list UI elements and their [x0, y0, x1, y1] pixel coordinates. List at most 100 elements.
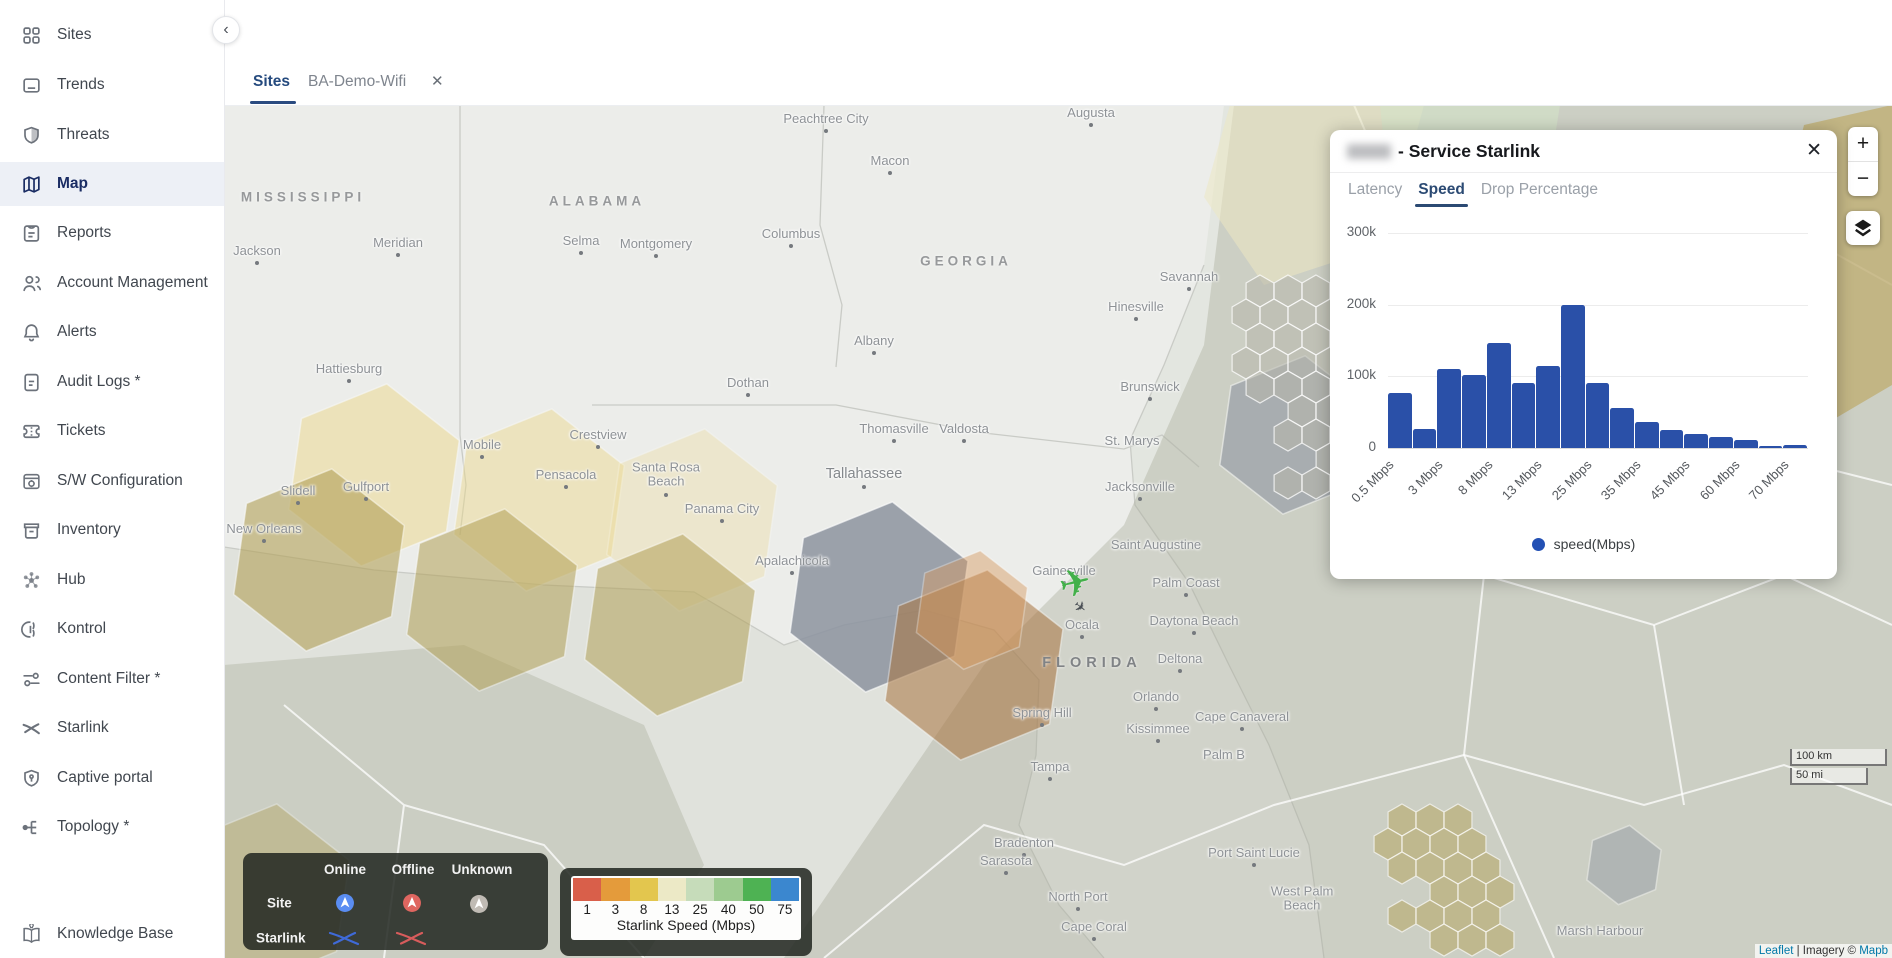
- speed-swatch: [573, 878, 601, 901]
- state-label: ALABAMA: [549, 194, 645, 209]
- speed-swatch: [630, 878, 658, 901]
- city-label: Orlando: [1133, 690, 1179, 704]
- sidebar-item-topology[interactable]: Topology *: [0, 805, 224, 849]
- sidebar-item-label: Map: [57, 175, 88, 193]
- city-label: Columbus: [762, 227, 821, 241]
- shield-key-icon: [21, 768, 42, 789]
- sidebar-item-label: Topology *: [57, 818, 129, 836]
- city-dot: [1148, 397, 1152, 401]
- y-axis-tick-label: 0: [1330, 439, 1376, 454]
- tab-ba-demo-wifi[interactable]: BA-Demo-Wifi: [308, 73, 406, 91]
- sidebar-item-account-management[interactable]: Account Management: [0, 261, 224, 305]
- speed-swatch: [658, 878, 686, 901]
- speed-swatch: [601, 878, 629, 901]
- sidebar-item-label: Reports: [57, 224, 111, 242]
- histogram-bar: [1759, 446, 1783, 448]
- city-label: Meridian: [373, 236, 423, 250]
- speed-swatch-label: 1: [573, 902, 601, 917]
- city-label: Slidell: [281, 484, 316, 498]
- map-attribution: Leaflet | Imagery © Mapb: [1755, 944, 1892, 958]
- zoom-in-button[interactable]: +: [1848, 127, 1878, 161]
- sidebar-collapse-button[interactable]: ‹: [212, 16, 240, 44]
- panel-tab-latency[interactable]: Latency: [1348, 181, 1402, 199]
- sidebar-item-map[interactable]: Map: [0, 162, 224, 206]
- starlink-online-icon: [327, 930, 361, 946]
- city-dot: [862, 485, 866, 489]
- ticket-icon: [21, 421, 42, 442]
- topology-icon: [21, 817, 42, 838]
- sidebar-item-label: Content Filter *: [57, 670, 160, 688]
- speed-swatch: [686, 878, 714, 901]
- leaflet-link[interactable]: Leaflet: [1759, 945, 1794, 957]
- legend-header-offline: Offline: [392, 862, 435, 877]
- sidebar-item-threats[interactable]: Threats: [0, 113, 224, 157]
- sidebar-item-sites[interactable]: Sites: [0, 13, 224, 57]
- pie-icon: [21, 619, 42, 640]
- city-label: Deltona: [1158, 652, 1203, 666]
- city-label: Tampa: [1030, 760, 1069, 774]
- city-label: Tallahassee: [826, 467, 903, 483]
- city-dot: [790, 571, 794, 575]
- city-label: Brunswick: [1120, 380, 1179, 394]
- y-axis-tick-label: 300k: [1330, 224, 1376, 239]
- sidebar-item-knowledge-base[interactable]: Knowledge Base: [0, 912, 224, 956]
- sidebar-item-tickets[interactable]: Tickets: [0, 409, 224, 453]
- sidebar-item-label: Kontrol: [57, 620, 106, 638]
- city-label: Santa Rosa Beach: [632, 461, 700, 490]
- speed-legend-panel: 1381325405075 Starlink Speed (Mbps): [571, 876, 801, 940]
- city-label: Valdosta: [939, 422, 989, 436]
- city-label: Palm B: [1203, 748, 1245, 762]
- city-dot: [789, 244, 793, 248]
- sidebar-item-alerts[interactable]: Alerts: [0, 310, 224, 354]
- sidebar-item-captive-portal[interactable]: Captive portal: [0, 756, 224, 800]
- sidebar-item-hub[interactable]: Hub: [0, 558, 224, 602]
- sidebar-item-kontrol[interactable]: Kontrol: [0, 607, 224, 651]
- histogram-bar: [1734, 440, 1758, 448]
- sidebar-item-starlink[interactable]: Starlink: [0, 706, 224, 750]
- speed-swatch: [714, 878, 742, 901]
- histogram-bar: [1660, 430, 1684, 448]
- city-dot: [1154, 707, 1158, 711]
- histogram-bar: [1709, 437, 1733, 448]
- histogram-bar: [1783, 445, 1807, 448]
- layers-icon: [1850, 215, 1876, 241]
- sidebar-item-audit-logs[interactable]: Audit Logs *: [0, 360, 224, 404]
- sidebar-item-reports[interactable]: Reports: [0, 211, 224, 255]
- sidebar-item-trends[interactable]: Trends: [0, 63, 224, 107]
- city-dot: [962, 439, 966, 443]
- map-layers-button[interactable]: [1846, 211, 1880, 245]
- panel-tab-speed[interactable]: Speed: [1418, 181, 1465, 199]
- zoom-out-button[interactable]: −: [1848, 161, 1878, 196]
- speed-swatch-label: 8: [630, 902, 658, 917]
- city-label: Saint Augustine: [1111, 538, 1201, 552]
- city-label: Bradenton: [994, 836, 1054, 850]
- city-label: Montgomery: [620, 237, 692, 251]
- panel-tab-drop-percentage[interactable]: Drop Percentage: [1481, 181, 1598, 199]
- city-dot: [1089, 123, 1093, 127]
- sidebar-item-s-w-configuration[interactable]: S/W Configuration: [0, 459, 224, 503]
- city-label: Savannah: [1160, 270, 1219, 284]
- starlink-offline-icon: [394, 930, 428, 946]
- panel-close-icon[interactable]: ✕: [1806, 139, 1822, 162]
- city-label: Kissimmee: [1126, 722, 1190, 736]
- histogram-bar: [1487, 343, 1511, 448]
- speed-histogram: [1388, 233, 1808, 448]
- city-dot: [1092, 937, 1096, 941]
- window-gear-icon: [21, 471, 42, 492]
- tab-close-icon[interactable]: ✕: [431, 72, 444, 90]
- sidebar-item-inventory[interactable]: Inventory: [0, 508, 224, 552]
- city-dot: [1240, 727, 1244, 731]
- panel-title-row: - Service Starlink ✕: [1330, 130, 1837, 173]
- city-dot: [347, 379, 351, 383]
- imagery-link[interactable]: Mapb: [1859, 945, 1888, 957]
- map-canvas[interactable]: MISSISSIPPIALABAMAGEORGIAFLORIDAJacksonM…: [224, 105, 1892, 958]
- attribution-text: | Imagery ©: [1793, 945, 1859, 957]
- city-dot: [1080, 635, 1084, 639]
- city-dot: [255, 261, 259, 265]
- tab-sites[interactable]: Sites: [253, 73, 290, 91]
- city-label: Ocala: [1065, 618, 1099, 632]
- sliders-icon: [21, 669, 42, 690]
- sidebar-item-label: Captive portal: [57, 769, 153, 787]
- sidebar-item-label: Alerts: [57, 323, 97, 341]
- sidebar-item-content-filter[interactable]: Content Filter *: [0, 657, 224, 701]
